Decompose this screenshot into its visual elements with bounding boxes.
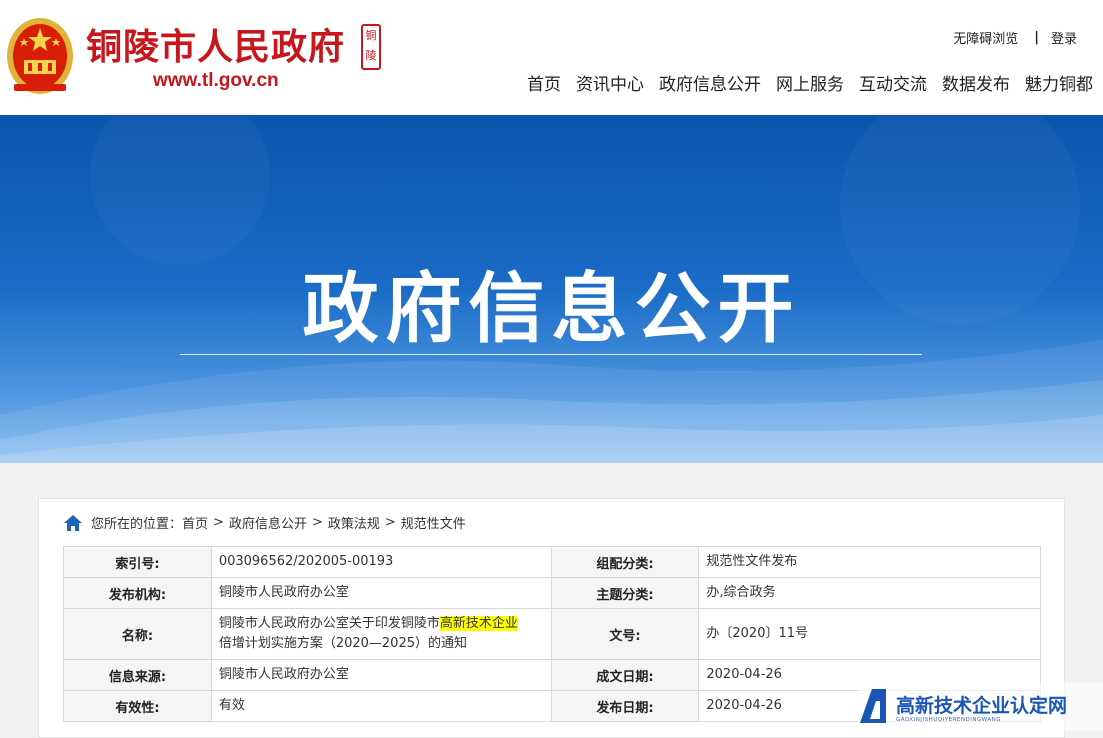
city-seal: 铜陵: [361, 24, 381, 70]
banner: 政府信息公开: [0, 115, 1103, 463]
name-label: 名称:: [63, 608, 212, 660]
name-text-highlight: 高新技术企业: [439, 616, 518, 631]
nav-item-data-release[interactable]: 数据发布: [942, 70, 1010, 95]
top-links-separator: |: [1034, 30, 1039, 45]
index-value: 003096562/202005-00193: [210, 546, 552, 578]
breadcrumb-arrow: >: [213, 515, 224, 530]
seal-text: 铜陵: [365, 29, 377, 62]
validity-value: 有效: [210, 690, 552, 722]
breadcrumb: 您所在的位置： 首页 > 政府信息公开 > 政策法规 > 规范性文件: [63, 513, 466, 532]
site-name[interactable]: 铜陵市人民政府: [86, 18, 345, 70]
publisher-label: 发布机构:: [63, 577, 212, 609]
breadcrumb-arrow: >: [311, 515, 323, 530]
accessibility-link[interactable]: 无障碍浏览: [953, 28, 1018, 47]
site-url[interactable]: www.tl.gov.cn: [153, 70, 279, 92]
breadcrumb-prefix: 您所在的位置：: [91, 517, 183, 532]
login-link[interactable]: 登录: [1051, 28, 1077, 47]
nav-item-gov-info-disclosure[interactable]: 政府信息公开: [659, 70, 761, 95]
created-date-label: 成文日期:: [550, 659, 700, 691]
breadcrumb-home[interactable]: 首页: [182, 513, 208, 532]
name-text-part2: 倍增计划实施方案（2020—2025）的通知: [218, 636, 467, 651]
table-row: 索引号: 003096562/202005-00193 组配分类: 规范性文件发…: [63, 546, 1041, 578]
name-text-part1: 铜陵市人民政府办公室关于印发铜陵市: [218, 616, 440, 631]
banner-title: 政府信息公开: [302, 264, 801, 353]
watermark-subtitle: GAOXINJISHUQIYERENDINGWANG: [896, 717, 1002, 723]
topic-label: 主题分类:: [550, 577, 700, 609]
category-value: 规范性文件发布: [698, 546, 1041, 578]
source-value: 铜陵市人民政府办公室: [210, 659, 552, 691]
table-row: 发布机构: 铜陵市人民政府办公室 主题分类: 办,综合政务: [63, 577, 1041, 609]
nav-item-charm-tongdu[interactable]: 魅力铜都: [1025, 70, 1093, 95]
breadcrumb-arrow: >: [384, 515, 396, 530]
publisher-value: 铜陵市人民政府办公室: [210, 577, 552, 609]
breadcrumb-policies[interactable]: 政策法规: [328, 513, 380, 532]
banner-divider: [180, 354, 922, 355]
breadcrumb-normative-docs[interactable]: 规范性文件: [401, 513, 466, 532]
name-value: 铜陵市人民政府办公室关于印发铜陵市高新技术企业倍增计划实施方案（2020—202…: [210, 608, 552, 660]
nav-item-interaction[interactable]: 互动交流: [859, 70, 927, 95]
nav-item-home[interactable]: 首页: [527, 70, 561, 95]
site-header: 铜陵市人民政府 www.tl.gov.cn 铜陵 无障碍浏览 | 登录 首页 资…: [0, 0, 1103, 115]
source-label: 信息来源:: [63, 659, 212, 691]
main-nav: 首页 资讯中心 政府信息公开 网上服务 互动交流 数据发布 魅力铜都: [512, 70, 1093, 95]
index-label: 索引号:: [63, 546, 212, 578]
docno-value: 办〔2020〕11号: [698, 608, 1041, 660]
table-row: 名称: 铜陵市人民政府办公室关于印发铜陵市高新技术企业倍增计划实施方案（2020…: [63, 608, 1041, 660]
validity-label: 有效性:: [63, 690, 212, 722]
published-date-label: 发布日期:: [550, 690, 700, 722]
top-links: 无障碍浏览 | 登录: [953, 28, 1077, 47]
nav-item-news-center[interactable]: 资讯中心: [576, 70, 644, 95]
national-emblem-icon: [7, 18, 73, 94]
home-icon: [64, 514, 82, 531]
docno-label: 文号:: [550, 608, 700, 660]
watermark-title: 高新技术企业认定网: [896, 695, 1068, 717]
topic-value: 办,综合政务: [698, 577, 1041, 609]
category-label: 组配分类:: [550, 546, 700, 578]
nav-item-online-services[interactable]: 网上服务: [776, 70, 844, 95]
breadcrumb-gov-info[interactable]: 政府信息公开: [229, 513, 307, 532]
